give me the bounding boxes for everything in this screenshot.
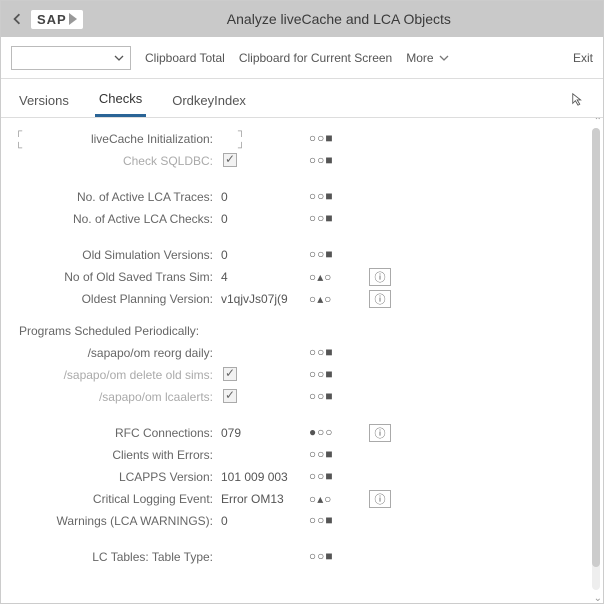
label-clients: Clients with Errors: bbox=[19, 448, 219, 462]
tab-checks[interactable]: Checks bbox=[95, 85, 146, 117]
label-oldsim: Old Simulation Versions: bbox=[19, 248, 219, 262]
status-savedtrans: ○▴○ bbox=[309, 270, 369, 285]
label-rfc: RFC Connections: bbox=[19, 426, 219, 440]
value-oldsim: 0 bbox=[219, 248, 309, 262]
status-oldsim: ○○■ bbox=[309, 248, 369, 262]
checkbox-lcaalerts[interactable] bbox=[223, 389, 237, 403]
info-button-savedtrans[interactable]: ⓘ bbox=[369, 268, 391, 286]
chevron-down-icon bbox=[439, 53, 449, 63]
value-sqldbc bbox=[219, 153, 309, 170]
row-reorg: /sapapo/om reorg daily: ○○■ bbox=[19, 342, 589, 364]
row-warnings: Warnings (LCA WARNINGS): 0 ○○■ bbox=[19, 510, 589, 532]
row-delold: /sapapo/om delete old sims: ○○■ bbox=[19, 364, 589, 386]
label-savedtrans: No of Old Saved Trans Sim: bbox=[19, 270, 219, 284]
exit-button[interactable]: Exit bbox=[573, 51, 593, 65]
clipboard-current-button[interactable]: Clipboard for Current Screen bbox=[239, 51, 392, 65]
scrollbar[interactable]: ⌃ ⌄ bbox=[592, 128, 600, 590]
value-warnings: 0 bbox=[219, 514, 309, 528]
status-traces: ○○■ bbox=[309, 190, 369, 204]
value-traces: 0 bbox=[219, 190, 309, 204]
info-button-rfc[interactable]: ⓘ bbox=[369, 424, 391, 442]
row-rfc: RFC Connections: 079 ●○○ ⓘ bbox=[19, 422, 589, 444]
row-lcaalerts: /sapapo/om lcaalerts: ○○■ bbox=[19, 386, 589, 408]
row-savedtrans: No of Old Saved Trans Sim: 4 ○▴○ ⓘ bbox=[19, 266, 589, 288]
more-label: More bbox=[406, 51, 433, 65]
label-init: liveCache Initialization: bbox=[19, 132, 219, 146]
checkbox-delold[interactable] bbox=[223, 367, 237, 381]
status-sqldbc: ○○■ bbox=[309, 154, 369, 168]
toolbar-dropdown[interactable] bbox=[11, 46, 131, 70]
section-programs: Programs Scheduled Periodically: bbox=[19, 324, 589, 338]
status-checks: ○○■ bbox=[309, 212, 369, 226]
value-lcapps: 101 009 003 bbox=[219, 470, 309, 484]
row-oldest: Oldest Planning Version: v1qjvJs07j(9 ○▴… bbox=[19, 288, 589, 310]
content-area: ┌┐└┘ liveCache Initialization: ○○■ Check… bbox=[1, 118, 603, 610]
status-lctables: ○○■ bbox=[309, 550, 369, 564]
status-clients: ○○■ bbox=[309, 448, 369, 462]
row-sqldbc: Check SQLDBC: ○○■ bbox=[19, 150, 589, 172]
chevron-left-icon bbox=[11, 13, 23, 25]
status-lcapps: ○○■ bbox=[309, 470, 369, 484]
label-critlog: Critical Logging Event: bbox=[19, 492, 219, 506]
label-sqldbc: Check SQLDBC: bbox=[19, 154, 219, 168]
value-rfc: 079 bbox=[219, 426, 309, 440]
chevron-down-icon bbox=[114, 53, 124, 63]
tab-versions[interactable]: Versions bbox=[15, 87, 73, 116]
label-warnings: Warnings (LCA WARNINGS): bbox=[19, 514, 219, 528]
sap-logo: SAP bbox=[31, 10, 83, 29]
status-delold: ○○■ bbox=[309, 368, 369, 382]
row-lcapps: LCAPPS Version: 101 009 003 ○○■ bbox=[19, 466, 589, 488]
status-critlog: ○▴○ bbox=[309, 492, 369, 507]
clipboard-total-button[interactable]: Clipboard Total bbox=[145, 51, 225, 65]
value-lcaalerts bbox=[219, 389, 309, 406]
row-init: liveCache Initialization: ○○■ bbox=[19, 128, 589, 150]
label-lctables: LC Tables: Table Type: bbox=[19, 550, 219, 564]
more-button[interactable]: More bbox=[406, 51, 449, 65]
label-traces: No. of Active LCA Traces: bbox=[19, 190, 219, 204]
row-oldsim: Old Simulation Versions: 0 ○○■ bbox=[19, 244, 589, 266]
value-delold bbox=[219, 367, 309, 384]
status-oldest: ○▴○ bbox=[309, 292, 369, 307]
label-lcapps: LCAPPS Version: bbox=[19, 470, 219, 484]
row-checks: No. of Active LCA Checks: 0 ○○■ bbox=[19, 208, 589, 230]
checkbox-sqldbc[interactable] bbox=[223, 153, 237, 167]
scroll-down-icon[interactable]: ⌄ bbox=[594, 593, 602, 604]
value-savedtrans: 4 bbox=[219, 270, 309, 284]
label-oldest: Oldest Planning Version: bbox=[19, 292, 219, 306]
label-delold: /sapapo/om delete old sims: bbox=[19, 368, 219, 382]
row-critlog: Critical Logging Event: Error OM13 ○▴○ ⓘ bbox=[19, 488, 589, 510]
value-critlog: Error OM13 bbox=[219, 492, 309, 506]
info-button-oldest[interactable]: ⓘ bbox=[369, 290, 391, 308]
row-traces: No. of Active LCA Traces: 0 ○○■ bbox=[19, 186, 589, 208]
status-reorg: ○○■ bbox=[309, 346, 369, 360]
status-rfc: ●○○ bbox=[309, 426, 369, 440]
cursor-icon bbox=[571, 92, 585, 111]
page-title: Analyze liveCache and LCA Objects bbox=[83, 11, 595, 27]
label-checks: No. of Active LCA Checks: bbox=[19, 212, 219, 226]
scroll-thumb[interactable] bbox=[592, 128, 600, 567]
tabs: Versions Checks OrdkeyIndex bbox=[1, 79, 603, 118]
back-button[interactable] bbox=[9, 11, 25, 27]
value-oldest: v1qjvJs07j(9 bbox=[219, 292, 309, 306]
status-lcaalerts: ○○■ bbox=[309, 390, 369, 404]
value-checks: 0 bbox=[219, 212, 309, 226]
label-lcaalerts: /sapapo/om lcaalerts: bbox=[19, 390, 219, 404]
titlebar: SAP Analyze liveCache and LCA Objects bbox=[1, 1, 603, 37]
row-clients: Clients with Errors: ○○■ bbox=[19, 444, 589, 466]
info-button-critlog[interactable]: ⓘ bbox=[369, 490, 391, 508]
row-lctables: LC Tables: Table Type: ○○■ bbox=[19, 546, 589, 568]
status-warnings: ○○■ bbox=[309, 514, 369, 528]
scroll-up-icon[interactable]: ⌃ bbox=[594, 118, 602, 127]
tab-ordkeyindex[interactable]: OrdkeyIndex bbox=[168, 87, 250, 116]
toolbar: Clipboard Total Clipboard for Current Sc… bbox=[1, 37, 603, 79]
label-reorg: /sapapo/om reorg daily: bbox=[19, 346, 219, 360]
status-init: ○○■ bbox=[309, 132, 369, 146]
